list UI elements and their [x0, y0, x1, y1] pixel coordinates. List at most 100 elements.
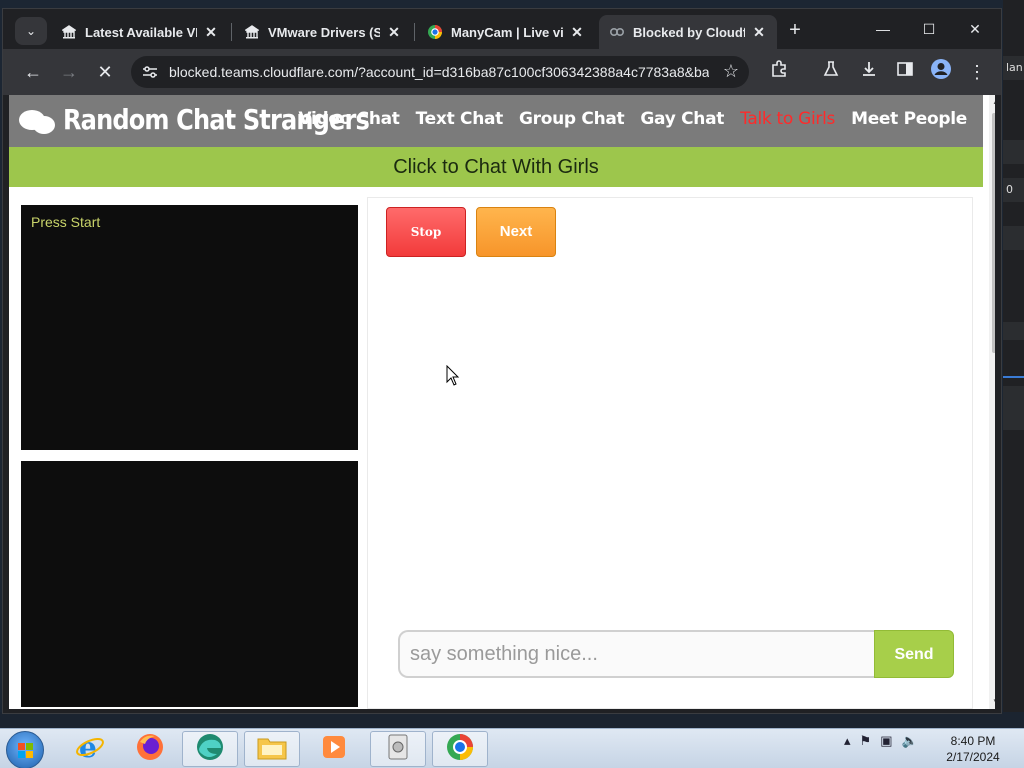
puzzle-icon	[770, 60, 788, 82]
chevron-down-icon: ⌄	[25, 24, 37, 38]
edge-icon	[195, 732, 225, 767]
cloudflare-icon	[609, 24, 625, 40]
arrow-left-icon: ←	[24, 62, 42, 82]
scroll-up-arrow-icon[interactable]: ▲	[989, 95, 995, 109]
file-explorer-icon	[256, 733, 288, 766]
downloads-button[interactable]	[855, 58, 883, 86]
profile-button[interactable]	[927, 58, 955, 86]
back-button[interactable]: ←	[19, 58, 47, 86]
taskbar-disk-utility[interactable]	[370, 731, 426, 767]
close-window-button[interactable]: ✕	[953, 15, 997, 43]
tab-strip: ⌄ Latest Available VMwa ✕ VMware Drivers…	[3, 9, 1001, 49]
action-center-flag-icon[interactable]: ⚑	[860, 733, 872, 749]
taskbar-chrome[interactable]	[432, 731, 488, 767]
manycam-icon	[427, 24, 443, 40]
close-icon: ✕	[969, 21, 981, 37]
clock-time: 8:40 PM	[950, 734, 996, 748]
address-bar[interactable]: blocked.teams.cloudflare.com/?account_id…	[131, 56, 749, 88]
maximize-icon: ☐	[922, 21, 936, 37]
message-input[interactable]	[398, 630, 876, 678]
nav-meet-people[interactable]: Meet People	[851, 109, 967, 129]
browser-toolbar: ← → ✕ blocked.teams.cloudflare.com/?acco…	[3, 49, 1001, 95]
browser-window: ⌄ Latest Available VMwa ✕ VMware Drivers…	[2, 8, 1002, 714]
show-hidden-icons-icon[interactable]: ▴	[844, 733, 851, 749]
tab-label: Blocked by Cloudflare	[633, 24, 745, 40]
flask-icon	[822, 61, 840, 82]
nav-video-chat[interactable]: Video Chat	[298, 109, 399, 129]
background-text-top: lan	[1006, 61, 1023, 74]
send-button[interactable]: Send	[874, 630, 954, 678]
minimize-button[interactable]: —	[861, 15, 905, 43]
tab-search-button[interactable]: ⌄	[15, 17, 47, 45]
background-strip	[1003, 322, 1024, 340]
scrollbar-thumb[interactable]	[992, 113, 995, 353]
forward-button[interactable]: →	[55, 58, 83, 86]
background-window: lan 0	[1003, 0, 1024, 730]
page-scrollbar[interactable]: ▲ ▼	[989, 95, 995, 709]
site-settings-icon[interactable]	[141, 63, 159, 81]
tab-latest-vmware[interactable]: Latest Available VMwa ✕	[51, 15, 229, 49]
maximize-button[interactable]: ☐	[907, 15, 951, 43]
taskbar-file-explorer[interactable]	[244, 731, 300, 767]
side-panel-icon	[896, 62, 914, 82]
background-strip	[1003, 386, 1024, 430]
tab-divider	[231, 23, 232, 41]
more-vert-icon: ⋮	[968, 62, 986, 82]
bank-icon	[244, 24, 260, 40]
media-player-icon	[320, 733, 348, 766]
windows-logo-icon	[18, 743, 34, 759]
taskbar-media-player[interactable]	[306, 731, 362, 767]
tab-label: Latest Available VMwa	[85, 24, 197, 40]
close-icon[interactable]: ✕	[203, 24, 219, 41]
promo-banner[interactable]: Click to Chat With Girls	[9, 147, 983, 187]
taskbar-internet-explorer[interactable]: e	[62, 731, 118, 767]
background-accent-line	[1003, 376, 1024, 378]
nav-gay-chat[interactable]: Gay Chat	[640, 109, 724, 129]
close-icon[interactable]: ✕	[386, 24, 402, 41]
next-button[interactable]: Next	[476, 207, 556, 257]
plus-icon: +	[789, 19, 801, 41]
menu-button[interactable]: ⋮	[963, 58, 991, 86]
stop-loading-button[interactable]: ✕	[91, 58, 119, 86]
firefox-icon	[135, 732, 165, 767]
chat-bubbles-icon	[19, 104, 57, 136]
tab-label: VMware Drivers (SVGA)	[268, 24, 380, 40]
bookmark-star-icon[interactable]: ☆	[723, 61, 739, 82]
disk-icon	[385, 733, 411, 766]
minimize-icon: —	[876, 21, 890, 37]
tab-blocked-cloudflare[interactable]: Blocked by Cloudflare ✕	[599, 15, 777, 49]
background-text-mid: 0	[1006, 183, 1013, 196]
labs-button[interactable]	[817, 58, 845, 86]
taskbar: e ▴ ⚑ ▣ 🔈 8:40 PM 2/17/2024	[0, 728, 1024, 768]
taskbar-firefox[interactable]	[122, 731, 178, 767]
stop-button[interactable]: Stop	[386, 207, 466, 257]
start-button[interactable]	[6, 731, 44, 768]
clock-date: 2/17/2024	[946, 750, 1000, 764]
bank-icon	[61, 24, 77, 40]
taskbar-edge[interactable]	[182, 731, 238, 767]
close-icon: ✕	[97, 62, 113, 82]
close-icon[interactable]: ✕	[569, 24, 585, 41]
tab-vmware-drivers[interactable]: VMware Drivers (SVGA) ✕	[234, 15, 412, 49]
background-strip	[1003, 226, 1024, 250]
nav-group-chat[interactable]: Group Chat	[519, 109, 625, 129]
arrow-right-icon: →	[60, 62, 78, 82]
close-icon[interactable]: ✕	[751, 24, 767, 41]
site-nav: Video Chat Text Chat Group Chat Gay Chat…	[298, 109, 983, 129]
svg-text:e: e	[79, 732, 97, 762]
background-strip	[1003, 140, 1024, 164]
extensions-button[interactable]	[765, 58, 793, 86]
network-icon[interactable]: ▣	[880, 733, 892, 749]
tab-manycam[interactable]: ManyCam | Live video ✕	[417, 15, 595, 49]
site-header: Random Chat Strangers Video Chat Text Ch…	[9, 95, 983, 147]
nav-talk-to-girls[interactable]: Talk to Girls	[740, 109, 835, 129]
volume-muted-icon[interactable]: 🔈	[901, 733, 917, 749]
scroll-down-arrow-icon[interactable]: ▼	[989, 695, 995, 709]
tab-divider	[414, 23, 415, 41]
new-tab-button[interactable]: +	[783, 19, 807, 43]
side-panel-button[interactable]	[891, 58, 919, 86]
self-video	[21, 461, 358, 707]
taskbar-clock[interactable]: 8:40 PM 2/17/2024	[940, 733, 1006, 765]
page-viewport: Random Chat Strangers Video Chat Text Ch…	[9, 95, 995, 709]
nav-text-chat[interactable]: Text Chat	[416, 109, 504, 129]
